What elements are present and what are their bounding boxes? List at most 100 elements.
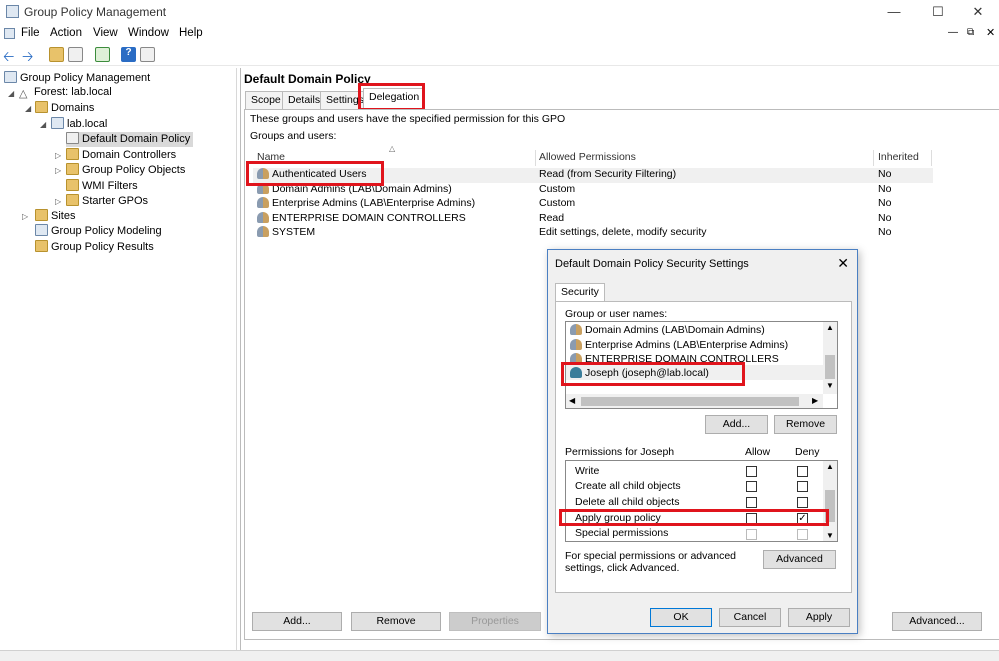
tree-results[interactable]: Group Policy Results [35, 240, 154, 255]
back-icon[interactable]: 🡠 [3, 46, 14, 70]
scroll-up-icon[interactable]: ▲ [826, 323, 834, 332]
deny-create-checkbox[interactable] [797, 481, 808, 492]
mdi-restore-icon[interactable]: ⧉ [967, 27, 974, 38]
allow-delete-checkbox[interactable] [746, 497, 757, 508]
deny-delete-checkbox[interactable] [797, 497, 808, 508]
tree-domain[interactable]: lab.local [51, 117, 107, 132]
mdi-close-icon[interactable]: ✕ [986, 26, 995, 39]
highlight-apply-group-policy [559, 509, 829, 526]
description-text: These groups and users have the specifie… [250, 113, 566, 125]
tab-scope[interactable]: Scope [245, 91, 287, 109]
group-icon [570, 324, 582, 335]
allow-write-checkbox[interactable] [746, 466, 757, 477]
expand-arrow-icon[interactable]: ◢ [8, 89, 14, 98]
allow-create-checkbox[interactable] [746, 481, 757, 492]
table-row-inherited: No [878, 212, 892, 224]
col-divider [535, 150, 536, 166]
results-icon [35, 240, 48, 252]
allow-header: Allow [745, 446, 771, 458]
highlight-authenticated-users [246, 161, 384, 186]
perm-special: Special permissions [575, 527, 669, 539]
scroll-right-icon[interactable]: ▶ [812, 396, 818, 405]
expand-arrow-icon[interactable]: ◢ [40, 120, 46, 129]
user-list-item[interactable]: Enterprise Admins (LAB\Enterprise Admins… [570, 339, 788, 354]
tree-domain-controllers[interactable]: Domain Controllers [66, 148, 176, 163]
folder-up-icon[interactable] [49, 47, 64, 62]
scroll-up-icon[interactable]: ▲ [826, 462, 834, 471]
tree-root[interactable]: Group Policy Management [4, 71, 150, 86]
properties-icon[interactable] [140, 47, 155, 62]
close-icon[interactable]: ✕ [958, 0, 998, 24]
menu-help[interactable]: Help [179, 27, 203, 39]
gpm-icon [4, 71, 17, 83]
properties-button[interactable]: Properties [449, 612, 541, 631]
dialog-advanced-button[interactable]: Advanced [763, 550, 836, 569]
ou-icon [66, 148, 79, 160]
tab-security[interactable]: Security [555, 283, 605, 301]
forward-icon[interactable]: 🡢 [22, 46, 33, 70]
scroll-down-icon[interactable]: ▼ [826, 381, 834, 390]
table-row-perm: Custom [539, 183, 576, 195]
remove-button[interactable]: Remove [351, 612, 441, 631]
deny-write-checkbox[interactable] [797, 466, 808, 477]
col-permissions[interactable]: Allowed Permissions [539, 151, 636, 167]
table-row-name[interactable]: Enterprise Admins (LAB\Enterprise Admins… [257, 197, 475, 212]
collapse-arrow-icon[interactable]: ▷ [22, 212, 28, 221]
table-row-name[interactable]: SYSTEM [257, 226, 315, 241]
col-inherited[interactable]: Inherited [878, 151, 919, 167]
tree-starter[interactable]: Starter GPOs [66, 194, 148, 209]
menu-window[interactable]: Window [128, 27, 169, 39]
tree-domains[interactable]: Domains [35, 101, 94, 116]
cancel-button[interactable]: Cancel [719, 608, 781, 627]
collapse-arrow-icon[interactable]: ▷ [55, 197, 61, 206]
maximize-icon[interactable]: ☐ [918, 0, 958, 24]
menu-bar: File Action View Window Help — ⧉ ✕ [0, 24, 999, 44]
dialog-remove-button[interactable]: Remove [774, 415, 837, 434]
expand-arrow-icon[interactable]: ◢ [25, 104, 31, 113]
tree-modeling[interactable]: Group Policy Modeling [35, 224, 162, 239]
tree-sites[interactable]: Sites [35, 209, 75, 224]
page-title: Default Domain Policy [244, 72, 371, 86]
user-list-item[interactable]: Domain Admins (LAB\Domain Admins) [570, 324, 765, 339]
group-icon [570, 339, 582, 350]
menu-file[interactable]: File [21, 27, 40, 39]
tree-gpo[interactable]: Group Policy Objects [66, 163, 185, 178]
minimize-icon[interactable]: — [874, 0, 914, 24]
add-button[interactable]: Add... [252, 612, 342, 631]
tree-forest[interactable]: △ Forest: lab.local [19, 86, 112, 101]
menu-action[interactable]: Action [50, 27, 82, 39]
perm-write: Write [575, 465, 600, 477]
table-row-perm: Edit settings, delete, modify security [539, 226, 707, 238]
mdi-minimize-icon[interactable]: — [948, 27, 958, 38]
tree-default-domain-policy[interactable]: Default Domain Policy [66, 132, 194, 147]
dialog-title: Default Domain Policy Security Settings [555, 258, 749, 270]
scroll-down-icon[interactable]: ▼ [826, 531, 834, 540]
show-tree-icon[interactable] [68, 47, 83, 62]
dialog-close-icon[interactable]: ✕ [837, 255, 849, 272]
sort-arrow-icon: △ [389, 144, 396, 153]
dialog-add-button[interactable]: Add... [705, 415, 768, 434]
special-note: For special permissions or advanced sett… [565, 550, 736, 574]
app-icon [6, 5, 19, 18]
table-row-perm: Read (from Security Filtering) [539, 168, 677, 180]
scroll-left-icon[interactable]: ◀ [569, 396, 575, 405]
domain-icon [51, 117, 64, 129]
apply-button[interactable]: Apply [788, 608, 850, 627]
groups-label: Groups and users: [250, 130, 337, 142]
advanced-button[interactable]: Advanced... [892, 612, 982, 631]
help-icon[interactable]: ? [121, 47, 136, 62]
table-row-name[interactable]: ENTERPRISE DOMAIN CONTROLLERS [257, 212, 466, 227]
tree-wmi[interactable]: WMI Filters [66, 179, 138, 194]
group-icon [257, 226, 269, 237]
user-list-hscroll-thumb[interactable] [581, 397, 799, 406]
highlight-delegation [358, 83, 425, 111]
user-list-scroll-thumb[interactable] [825, 355, 835, 379]
table-row-perm: Read [539, 212, 565, 224]
deny-special-checkbox [797, 529, 808, 540]
collapse-arrow-icon[interactable]: ▷ [55, 166, 61, 175]
refresh-icon[interactable] [95, 47, 110, 62]
ok-button[interactable]: OK [650, 608, 712, 627]
menu-view[interactable]: View [93, 27, 118, 39]
collapse-arrow-icon[interactable]: ▷ [55, 151, 61, 160]
security-dialog: Default Domain Policy Security Settings … [547, 249, 858, 634]
